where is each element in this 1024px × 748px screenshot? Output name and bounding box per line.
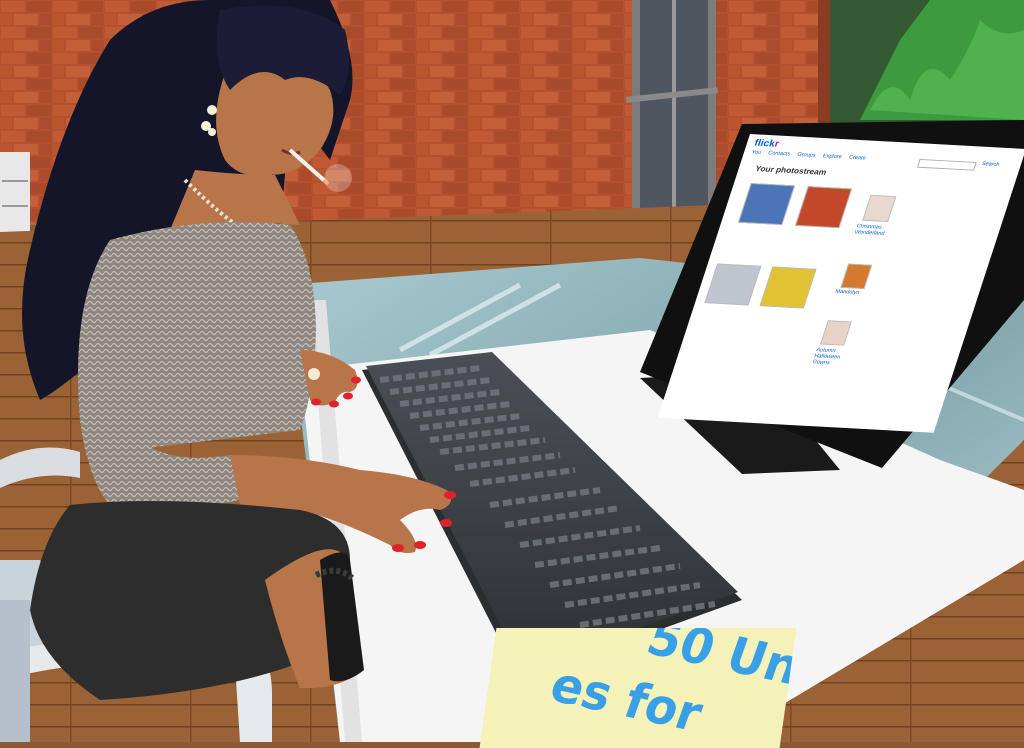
- nav-item-explore[interactable]: Explore: [822, 154, 842, 160]
- search-input[interactable]: [916, 158, 977, 171]
- photo-thumbnail[interactable]: [795, 186, 853, 229]
- nav-item-groups[interactable]: Groups: [796, 152, 816, 158]
- photo-thumbnail[interactable]: [704, 263, 762, 306]
- photo-thumbnail[interactable]: [738, 183, 796, 226]
- cabinet-drawer: [2, 180, 28, 182]
- photo-caption[interactable]: Christmas Wonderland: [854, 224, 902, 238]
- photo-caption[interactable]: Mandolyn: [834, 289, 880, 297]
- photo-caption[interactable]: Autumn Halloween Gowns: [811, 348, 861, 368]
- photo-thumbnail[interactable]: [840, 263, 873, 289]
- cabinet-drawer: [2, 205, 28, 207]
- brochure: 50 Under es for: [479, 628, 797, 748]
- site-nav: You Contacts Groups Explore Create: [751, 150, 867, 161]
- site-logo[interactable]: flickr: [753, 138, 781, 150]
- page-title: Your photostream: [754, 164, 828, 177]
- photo-thumbnail[interactable]: [862, 194, 897, 223]
- window-mullion: [672, 0, 676, 208]
- search-button[interactable]: Search: [981, 162, 1000, 168]
- nav-item-you[interactable]: You: [751, 150, 762, 156]
- photo-thumbnail[interactable]: [820, 320, 852, 346]
- nav-item-create[interactable]: Create: [848, 155, 866, 161]
- cabinet: [0, 152, 30, 234]
- photo-thumbnail[interactable]: [759, 266, 817, 309]
- nav-item-contacts[interactable]: Contacts: [767, 151, 790, 157]
